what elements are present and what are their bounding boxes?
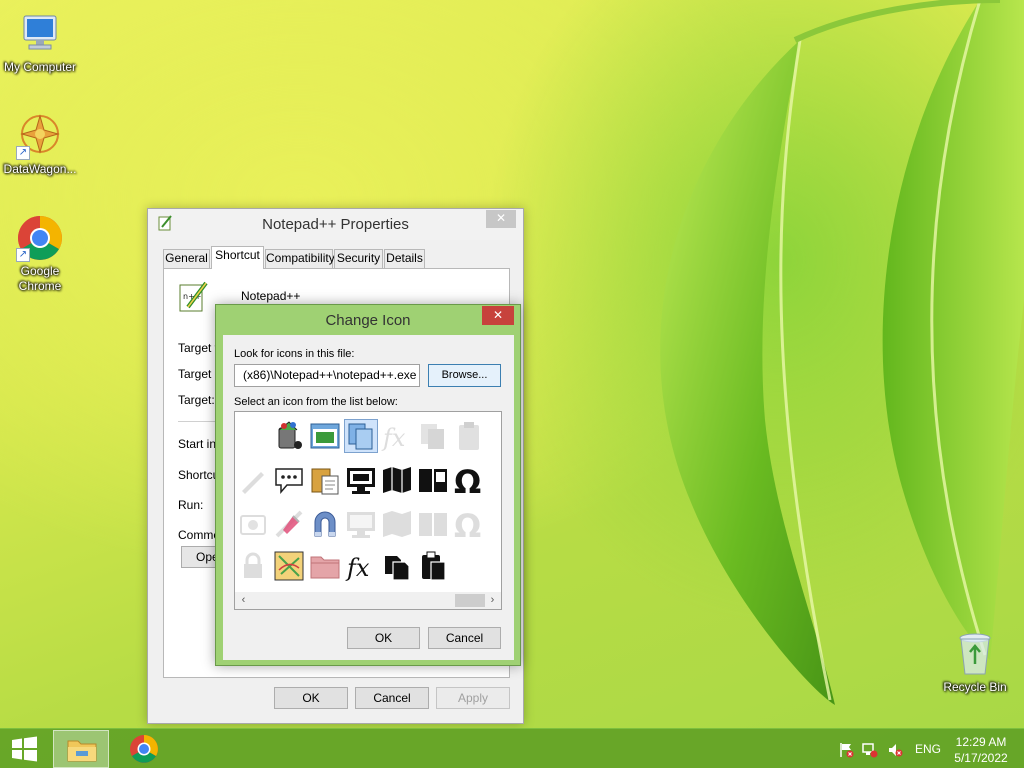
- cancel-button[interactable]: Cancel: [355, 687, 429, 709]
- monitor-icon[interactable]: [345, 464, 377, 496]
- desktop-icon-google-chrome[interactable]: ↗ Google Chrome: [0, 214, 80, 294]
- camera-faded-icon[interactable]: [237, 508, 269, 540]
- apply-button[interactable]: Apply: [436, 687, 510, 709]
- clock[interactable]: 12:29 AM 5/17/2022: [950, 734, 1012, 766]
- ok-button[interactable]: OK: [347, 627, 420, 649]
- book-icon[interactable]: [417, 464, 449, 496]
- desktop-icon-label: My Computer: [3, 60, 77, 74]
- run-label: Run:: [178, 498, 204, 512]
- start-button[interactable]: [0, 729, 50, 768]
- dialog-title: Change Icon: [325, 312, 411, 329]
- computer-icon: [16, 10, 64, 58]
- start-in-label: Start in:: [178, 437, 220, 451]
- shortcut-arrow-icon: ↗: [16, 146, 30, 160]
- svg-text:Ω: Ω: [454, 508, 481, 540]
- target-label: Target:: [178, 393, 215, 407]
- desktop-icon-my-computer[interactable]: My Computer: [0, 10, 80, 75]
- tab-shortcut[interactable]: Shortcut: [211, 246, 264, 269]
- desktop-icon-label: Google Chrome: [18, 264, 62, 293]
- window-title: Notepad++ Properties: [262, 216, 409, 233]
- taskbar-file-explorer[interactable]: [53, 730, 109, 768]
- map-faded-icon[interactable]: [381, 508, 413, 540]
- folder-icon[interactable]: [309, 550, 341, 582]
- chrome-icon: ↗: [16, 214, 64, 262]
- ok-button[interactable]: OK: [274, 687, 348, 709]
- clipboard-icon[interactable]: [417, 550, 449, 582]
- shortcut-arrow-icon: ↗: [16, 248, 30, 262]
- desktop-icon-datawagon[interactable]: ↗ DataWagon...: [0, 112, 80, 177]
- select-icon-label: Select an icon from the list below:: [234, 396, 398, 408]
- svg-text:fx: fx: [381, 424, 406, 452]
- icon-list[interactable]: fx Ω Ω fx ‹ ›: [234, 411, 502, 610]
- scroll-thumb[interactable]: [455, 594, 485, 607]
- clock-date: 5/17/2022: [954, 751, 1008, 765]
- close-button[interactable]: ✕: [482, 306, 514, 325]
- desktop-icon-label: Recycle Bin: [943, 680, 1007, 694]
- network-icon[interactable]: [862, 742, 878, 758]
- pencil-faded-icon[interactable]: [237, 464, 269, 496]
- change-icon-dialog: Change Icon ✕ Look for icons in this fil…: [215, 304, 521, 666]
- desktop-icon-recycle-bin[interactable]: Recycle Bin: [940, 630, 1010, 695]
- chrome-icon: [130, 735, 158, 763]
- tab-compatibility[interactable]: Compatibility: [265, 249, 335, 268]
- copy-faded-icon[interactable]: [417, 420, 449, 452]
- close-button[interactable]: ✕: [486, 210, 516, 228]
- document-map-icon[interactable]: [273, 550, 305, 582]
- clipboard-faded-icon[interactable]: [453, 420, 485, 452]
- taskbar: ENG 12:29 AM 5/17/2022: [0, 728, 1024, 768]
- pin-icon[interactable]: [273, 508, 305, 540]
- wallpaper-leaves: [660, 0, 1024, 705]
- paint-bucket-icon[interactable]: [273, 420, 305, 452]
- look-for-icons-label: Look for icons in this file:: [234, 348, 355, 360]
- monitor-faded-icon[interactable]: [345, 508, 377, 540]
- browse-button[interactable]: Browse...: [428, 364, 501, 387]
- scroll-right-icon[interactable]: ›: [484, 592, 501, 609]
- function-faded-icon[interactable]: fx: [381, 420, 413, 452]
- tab-details[interactable]: Details: [384, 249, 425, 268]
- datawagon-icon: ↗: [16, 112, 64, 160]
- scroll-left-icon[interactable]: ‹: [235, 592, 252, 609]
- magnet-icon[interactable]: [309, 508, 341, 540]
- tab-general[interactable]: General: [163, 249, 210, 268]
- speech-bubble-icon[interactable]: [273, 464, 305, 496]
- flag-icon[interactable]: [838, 742, 854, 758]
- map-icon[interactable]: [381, 464, 413, 496]
- clock-time: 12:29 AM: [955, 735, 1007, 749]
- windows-logo-icon: [12, 736, 37, 762]
- icon-file-path-input[interactable]: (x86)\Notepad++\notepad++.exe: [234, 364, 420, 387]
- omega-icon[interactable]: Ω: [453, 463, 485, 501]
- paste-icon[interactable]: [309, 464, 341, 496]
- copy-pages-icon[interactable]: [344, 419, 378, 453]
- tab-security[interactable]: Security: [334, 249, 383, 268]
- copy-icon[interactable]: [381, 550, 413, 582]
- notepad-plus-plus-icon: n++: [178, 281, 210, 313]
- title-bar[interactable]: Notepad++ Properties ✕: [148, 209, 523, 240]
- cancel-button[interactable]: Cancel: [428, 627, 501, 649]
- svg-text:Ω: Ω: [454, 464, 481, 496]
- taskbar-chrome[interactable]: [116, 730, 172, 768]
- function-icon[interactable]: fx: [345, 550, 377, 582]
- omega-faded-icon[interactable]: Ω: [453, 507, 485, 545]
- window-layout-icon[interactable]: [309, 420, 341, 452]
- file-explorer-icon: [67, 740, 97, 762]
- horizontal-scrollbar[interactable]: ‹ ›: [235, 592, 501, 609]
- shortcut-name: Notepad++: [241, 289, 301, 303]
- svg-text:fx: fx: [345, 554, 370, 582]
- desktop-icon-label: DataWagon...: [3, 162, 77, 176]
- recycle-bin-icon: [955, 630, 995, 678]
- dialog-body: Look for icons in this file: (x86)\Notep…: [223, 335, 514, 660]
- language-indicator[interactable]: ENG: [915, 742, 941, 756]
- book-faded-icon[interactable]: [417, 508, 449, 540]
- volume-mute-icon[interactable]: [887, 742, 903, 758]
- lock-faded-icon[interactable]: [237, 550, 269, 582]
